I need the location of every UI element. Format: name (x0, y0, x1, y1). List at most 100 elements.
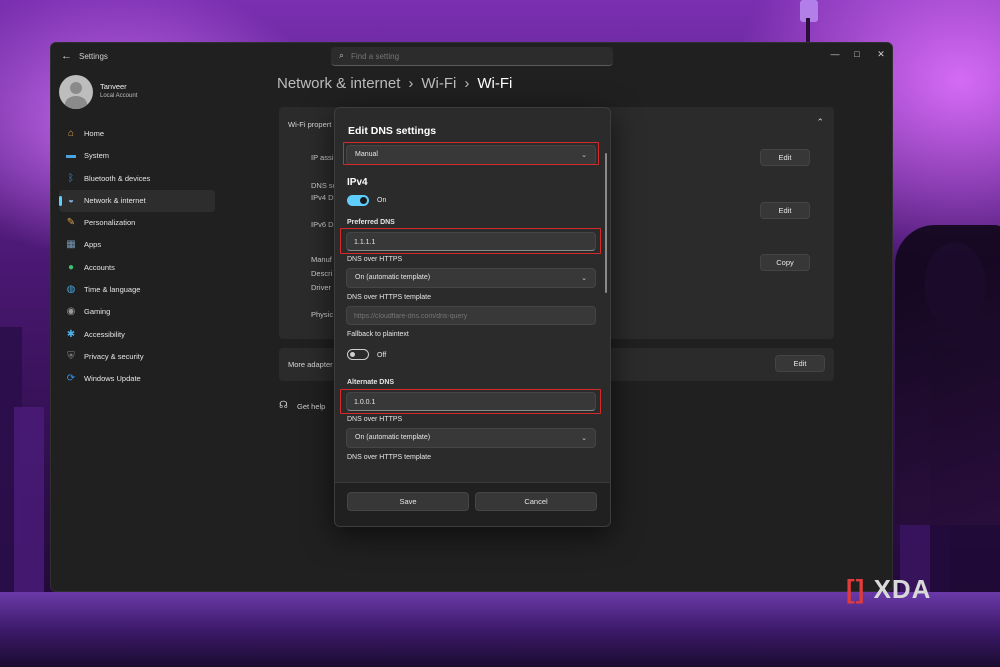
maximize-button[interactable]: □ (846, 46, 868, 62)
sidebar-item-apps[interactable]: ▦ Apps (59, 234, 215, 256)
gamepad-icon: ◉ (66, 306, 76, 318)
edit-adapter-button[interactable]: Edit (775, 355, 825, 372)
globe-icon: ◍ (66, 284, 76, 296)
doh-dropdown[interactable]: On (automatic template) ⌄ (346, 268, 596, 288)
prop-driver: Driver (311, 283, 331, 292)
wallpaper-motorcycle-rider (895, 225, 1000, 525)
chevron-down-icon: ⌄ (581, 275, 587, 282)
fallback-toggle[interactable] (347, 349, 369, 360)
accounts-icon: ● (67, 261, 75, 273)
sidebar-item-home[interactable]: ⌂ Home (59, 123, 215, 145)
sidebar-item-label: Time & language (84, 285, 141, 295)
copy-button[interactable]: Copy (760, 254, 810, 271)
sidebar-item-label: Network & internet (84, 195, 146, 205)
app-title: Settings (79, 52, 108, 61)
sidebar-item-gaming[interactable]: ◉ Gaming (59, 301, 215, 323)
sidebar-item-accessibility[interactable]: ✱ Accessibility (59, 324, 215, 346)
ipv4-toggle-label: On (377, 197, 387, 204)
search-input[interactable] (351, 49, 601, 63)
profile-name: Tanveer (100, 82, 127, 91)
highlight-box (343, 142, 599, 165)
prop-physical-address: Physic (311, 310, 334, 319)
doh2-value: On (automatic template) (355, 434, 431, 441)
search-box[interactable]: ⌕ (331, 47, 613, 66)
sidebar-item-label: Home (84, 129, 105, 138)
prop-description: Descri (311, 269, 333, 278)
wifi-icon: ◒ (67, 194, 75, 206)
brush-icon: ✎ (66, 217, 76, 229)
sidebar-item-label: Gaming (84, 307, 111, 317)
wallpaper-building (14, 407, 44, 607)
sidebar-item-label: Accessibility (84, 329, 125, 339)
doh-label: DNS over HTTPS (347, 256, 403, 263)
profile-account-type: Local Account (100, 93, 138, 99)
prop-dns-server: DNS se (311, 181, 337, 190)
apps-icon: ▦ (66, 239, 76, 251)
accessibility-icon: ✱ (66, 328, 76, 340)
sidebar-item-bluetooth-devices[interactable]: ᛒ Bluetooth & devices (59, 168, 215, 190)
highlight-box (340, 389, 601, 414)
alternate-dns-label: Alternate DNS (347, 379, 395, 386)
sidebar-item-system[interactable]: ▬ System (59, 145, 215, 167)
preferred-dns-label: Preferred DNS (347, 219, 395, 226)
sidebar-item-accounts[interactable]: ● Accounts (59, 257, 215, 279)
card-title: Wi-Fi propert (288, 120, 332, 129)
page-title: Wi-Fi (477, 75, 513, 92)
sidebar-item-label: Windows Update (84, 374, 141, 384)
edit-dns-button[interactable]: Edit (760, 202, 810, 219)
fallback-toggle-label: Off (377, 352, 387, 359)
user-profile[interactable]: Tanveer Local Account (59, 75, 259, 115)
sidebar-item-windows-update[interactable]: ⟳ Windows Update (59, 368, 215, 390)
ipv4-heading: IPv4 (347, 177, 368, 188)
sidebar-item-privacy-security[interactable]: ⛨ Privacy & security (59, 346, 215, 368)
shield-icon: ⛨ (67, 350, 75, 362)
sidebar-nav: ⌂ Home ▬ System ᛒ Bluetooth & devices ◒ Network… (59, 123, 215, 391)
prop-ipv4-dns: IPv4 D (311, 193, 334, 202)
ipv4-toggle[interactable] (347, 195, 369, 206)
breadcrumb-wifi[interactable]: Wi-Fi (421, 75, 456, 92)
more-adapter-label: More adapter (288, 360, 333, 369)
breadcrumb-network[interactable]: Network & internet (277, 75, 400, 92)
edit-dns-dialog: Edit DNS settings Manual ⌄ IPv4 On Prefe… (334, 107, 611, 527)
xda-bracket-logo: [] (846, 574, 866, 604)
chevron-down-icon: ⌄ (581, 435, 587, 442)
update-icon: ⟳ (66, 373, 76, 385)
save-button[interactable]: Save (347, 492, 469, 511)
breadcrumb: Network & internet › Wi-Fi › Wi-Fi (277, 75, 512, 92)
sidebar-item-label: Accounts (84, 262, 115, 272)
sidebar-item-network-internet[interactable]: ◒ Network & internet (59, 189, 215, 212)
doh2-dropdown[interactable]: On (automatic template) ⌄ (346, 428, 596, 448)
sidebar-item-personalization[interactable]: ✎ Personalization (59, 212, 215, 234)
chevron-up-icon[interactable]: ⌃ (816, 117, 824, 128)
breadcrumb-separator: › (408, 75, 414, 92)
doh2-template-label: DNS over HTTPS template (347, 454, 432, 461)
doh2-label: DNS over HTTPS (347, 416, 403, 423)
back-arrow-icon[interactable]: ← (61, 50, 72, 62)
cancel-button[interactable]: Cancel (475, 492, 597, 511)
bluetooth-icon: ᛒ (68, 172, 74, 184)
dialog-title: Edit DNS settings (348, 125, 437, 137)
breadcrumb-separator: › (464, 75, 470, 92)
dialog-scrollbar[interactable] (605, 153, 607, 293)
get-help-label: Get help (297, 402, 326, 411)
help-icon: ☊ (279, 400, 288, 411)
sidebar-item-label: Apps (84, 240, 102, 250)
minimize-button[interactable]: — (824, 46, 846, 62)
title-bar: ← Settings ⌕ — □ ✕ (51, 43, 892, 71)
sidebar-item-time-language[interactable]: ◍ Time & language (59, 279, 215, 301)
highlight-box (340, 228, 601, 254)
close-button[interactable]: ✕ (870, 46, 892, 62)
doh-template-field (346, 306, 596, 325)
system-icon: ▬ (66, 150, 76, 162)
doh-template-label: DNS over HTTPS template (347, 294, 432, 301)
sidebar-item-label: System (84, 151, 110, 161)
prop-ip-assignment: IP assi (311, 153, 334, 162)
sidebar-item-label: Privacy & security (84, 351, 144, 361)
fallback-label: Fallback to plaintext (347, 331, 409, 338)
edit-ip-button[interactable]: Edit (760, 149, 810, 166)
doh-value: On (automatic template) (355, 274, 431, 281)
home-icon: ⌂ (67, 128, 75, 139)
prop-manufacturer: Manuf (311, 255, 332, 264)
doh-template-input (354, 310, 584, 322)
xda-watermark: [] XDA (846, 574, 931, 605)
